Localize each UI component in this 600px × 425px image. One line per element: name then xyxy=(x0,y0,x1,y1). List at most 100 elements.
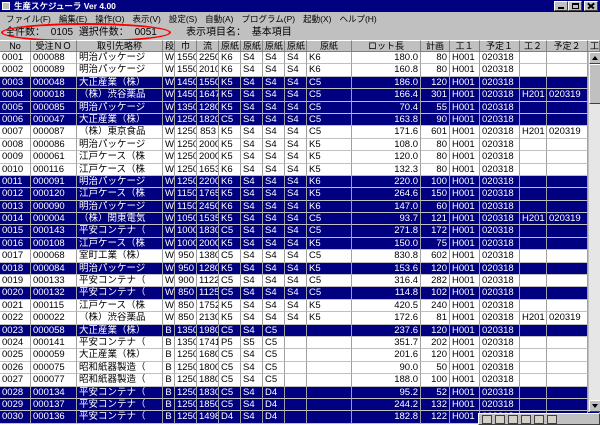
cell-width[interactable]: 1150 xyxy=(175,188,197,201)
cell-liner-3[interactable]: C5 xyxy=(263,324,285,337)
cell-width[interactable]: 850 xyxy=(175,287,197,300)
cell-no[interactable]: 0010 xyxy=(0,163,31,176)
cell-liner-4[interactable]: S4 xyxy=(285,113,307,127)
cell-liner-4[interactable]: S4 xyxy=(285,76,307,90)
app-icon[interactable] xyxy=(2,2,10,10)
cell-liner-4[interactable] xyxy=(285,411,307,424)
cell-schedule-1[interactable]: 020318 xyxy=(480,163,520,176)
cell-flute[interactable]: W xyxy=(163,138,175,152)
cell-no[interactable]: 0007 xyxy=(0,126,31,139)
cell-customer[interactable]: 平安コンテナ（ xyxy=(77,275,163,288)
cell-lot-length[interactable]: 201.6 xyxy=(352,349,421,362)
table-row[interactable]: 0004 000018 （株）渋谷薬品 W 1450 1647 K5 S4 S4 S4 C5 166.… xyxy=(0,89,600,102)
cell-process-2[interactable] xyxy=(520,113,547,127)
cell-flute[interactable]: W xyxy=(163,262,175,276)
table-row[interactable]: 0011 000091 明治パッケージ W 1250 2200 K6 S4 S4 S4 K6 220.… xyxy=(0,175,600,189)
cell-width[interactable]: 900 xyxy=(175,275,197,288)
cell-lot-length[interactable]: 114.8 xyxy=(352,287,421,300)
cell-process-1[interactable]: H001 xyxy=(450,374,480,387)
cell-liner-5[interactable] xyxy=(307,336,352,350)
cell-order-no[interactable]: 000075 xyxy=(31,361,77,375)
menu-item-operation[interactable]: 操作(O) xyxy=(91,13,128,25)
cell-schedule-2[interactable] xyxy=(547,336,588,350)
cell-lot-length[interactable]: 830.8 xyxy=(352,250,421,263)
cell-order-no[interactable]: 000143 xyxy=(31,225,77,238)
cell-lot-length[interactable]: 160.8 xyxy=(352,64,421,77)
cell-length[interactable]: 1125 xyxy=(197,287,219,300)
cell-liner-4[interactable]: S4 xyxy=(285,52,307,65)
cell-schedule-2[interactable] xyxy=(547,200,588,214)
column-header-process-2[interactable]: 工２ xyxy=(520,40,547,52)
cell-order-no[interactable]: 000137 xyxy=(31,398,77,412)
cell-width[interactable]: 950 xyxy=(175,250,197,263)
cell-flute[interactable]: W xyxy=(163,126,175,139)
cell-schedule-1[interactable]: 020318 xyxy=(480,237,520,251)
cell-no[interactable]: 0002 xyxy=(0,64,31,77)
cell-liner-4[interactable] xyxy=(285,336,307,350)
cell-customer[interactable]: 江戸ケース（株 xyxy=(77,237,163,251)
cell-liner-3[interactable]: S4 xyxy=(263,200,285,214)
cell-liner-5[interactable]: K5 xyxy=(307,312,352,325)
cell-liner-2[interactable]: S4 xyxy=(241,138,263,152)
column-header-plan[interactable]: 計画 xyxy=(421,40,450,52)
cell-plan[interactable]: 102 xyxy=(421,287,450,300)
cell-customer[interactable]: （株）渋谷薬品 xyxy=(77,312,163,325)
cell-flute[interactable]: W xyxy=(163,275,175,288)
cell-length[interactable]: 1122 xyxy=(197,275,219,288)
cell-liner-4[interactable] xyxy=(285,386,307,399)
cell-flute[interactable]: W xyxy=(163,163,175,176)
table-row[interactable]: 0007 000087 （株）東京食品 W 1250 853 K5 S4 S4 S4 C5 171.6… xyxy=(0,126,600,139)
menu-item-auto[interactable]: 自動(A) xyxy=(201,13,237,25)
cell-plan[interactable]: 282 xyxy=(421,275,450,288)
cell-liner-1[interactable]: K5 xyxy=(219,89,241,102)
cell-width[interactable]: 1150 xyxy=(175,200,197,214)
cell-lot-length[interactable]: 188.0 xyxy=(352,374,421,387)
column-header-customer[interactable]: 取引先略称 xyxy=(77,40,163,52)
cell-plan[interactable]: 80 xyxy=(421,138,450,152)
table-row[interactable]: 0015 000143 平安コンテナ（ W 1000 1830 C5 S4 S4 S4 C5 271.… xyxy=(0,225,600,238)
cell-schedule-2[interactable] xyxy=(547,138,588,152)
cell-customer[interactable]: （株）関東電気 xyxy=(77,213,163,226)
cell-schedule-1[interactable]: 020318 xyxy=(480,52,520,65)
cell-length[interactable]: 1653 xyxy=(197,163,219,176)
cell-schedule-1[interactable]: 020318 xyxy=(480,213,520,226)
cell-plan[interactable]: 601 xyxy=(421,126,450,139)
cell-width[interactable]: 1250 xyxy=(175,113,197,127)
cell-lot-length[interactable]: 95.2 xyxy=(352,386,421,399)
cell-process-2[interactable]: H201 xyxy=(520,89,547,102)
cell-flute[interactable]: W xyxy=(163,225,175,238)
cell-plan[interactable]: 75 xyxy=(421,237,450,251)
cell-process-1[interactable]: H001 xyxy=(450,250,480,263)
cell-liner-1[interactable]: P5 xyxy=(219,336,241,350)
cell-customer[interactable]: 明治パッケージ xyxy=(77,200,163,214)
cell-no[interactable]: 0005 xyxy=(0,101,31,114)
cell-process-1[interactable]: H001 xyxy=(450,275,480,288)
cell-liner-2[interactable]: S4 xyxy=(241,374,263,387)
cell-liner-2[interactable]: S4 xyxy=(241,324,263,337)
menu-item-view[interactable]: 表示(V) xyxy=(128,13,164,25)
column-header-schedule-1[interactable]: 予定１ xyxy=(480,40,520,52)
cell-order-no[interactable]: 000047 xyxy=(31,113,77,127)
cell-liner-2[interactable]: S5 xyxy=(241,336,263,350)
cell-schedule-1[interactable]: 020318 xyxy=(480,126,520,139)
cell-width[interactable]: 1550 xyxy=(175,52,197,65)
cell-no[interactable]: 0021 xyxy=(0,299,31,313)
cell-liner-1[interactable]: K5 xyxy=(219,126,241,139)
cell-flute[interactable]: W xyxy=(163,250,175,263)
cell-customer[interactable]: 平安コンテナ（ xyxy=(77,386,163,399)
cell-plan[interactable]: 80 xyxy=(421,52,450,65)
cell-schedule-1[interactable]: 020318 xyxy=(480,349,520,362)
cell-no[interactable]: 0022 xyxy=(0,312,31,325)
title-bar[interactable]: 生産スケジューラ Ver 4.00 xyxy=(0,0,600,12)
table-row[interactable]: 0010 000116 江戸ケース（株 W 1250 1653 K6 S4 S4 S4 K5 132.… xyxy=(0,163,600,176)
cell-liner-4[interactable] xyxy=(285,361,307,375)
cell-liner-4[interactable] xyxy=(285,349,307,362)
cell-liner-5[interactable]: C5 xyxy=(307,250,352,263)
cell-liner-4[interactable]: S4 xyxy=(285,89,307,102)
cell-no[interactable]: 0030 xyxy=(0,411,31,424)
cell-liner-2[interactable]: S4 xyxy=(241,299,263,313)
column-header-liner-5[interactable]: 原紙 xyxy=(307,40,352,52)
cell-liner-1[interactable]: K5 xyxy=(219,299,241,313)
cell-width[interactable]: 1250 xyxy=(175,175,197,189)
cell-liner-4[interactable]: S4 xyxy=(285,275,307,288)
